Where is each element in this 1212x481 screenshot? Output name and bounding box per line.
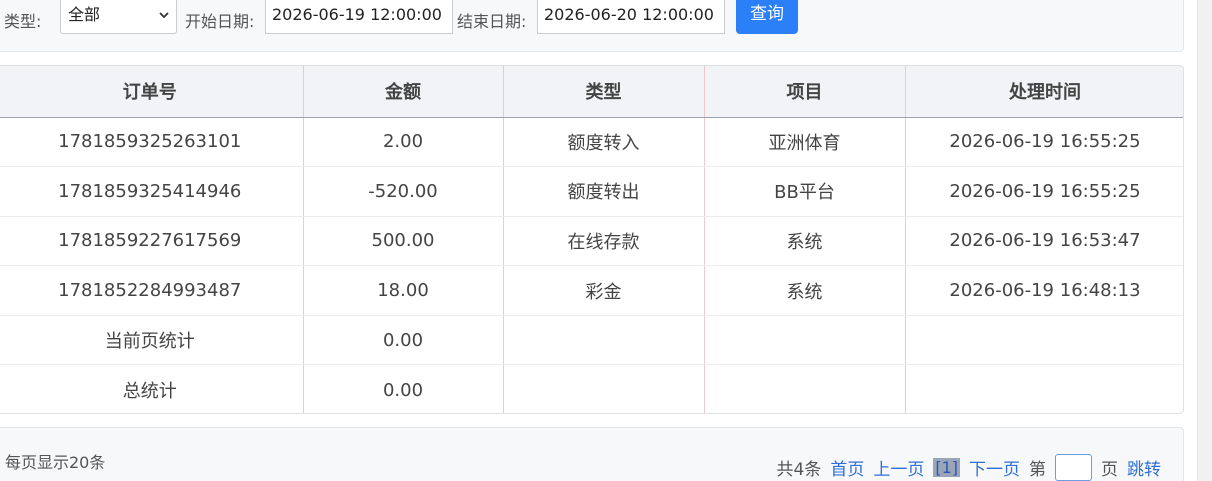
transactions-table: 订单号 金额 类型 项目 处理时间 1781859325263101 2.00 … bbox=[0, 65, 1184, 414]
start-date-input[interactable]: 2026-06-19 12:00:00 bbox=[265, 0, 453, 34]
query-button[interactable]: 查询 bbox=[736, 0, 798, 34]
pagination-bar: 每页显示20条 共4条 首页 上一页 [1] 下一页 第 页 跳转 bbox=[0, 427, 1184, 481]
vertical-scrollbar[interactable] bbox=[1197, 0, 1212, 481]
end-date-input[interactable]: 2026-06-20 12:00:00 bbox=[537, 0, 725, 34]
cell-summary-amount: 0.00 bbox=[303, 315, 504, 366]
jump-link[interactable]: 跳转 bbox=[1127, 455, 1161, 480]
header-amount: 金额 bbox=[303, 66, 504, 118]
filter-bar: 类型: 全部 开始日期: 2026-06-19 12:00:00 结束日期: 2… bbox=[0, 0, 1184, 52]
cell-empty bbox=[704, 315, 906, 366]
type-label: 类型: bbox=[4, 12, 42, 31]
cell-total-amount: 0.00 bbox=[303, 364, 504, 413]
page-suffix: 页 bbox=[1101, 460, 1118, 480]
table-row: 1781859325263101 2.00 额度转入 亚洲体育 2026-06-… bbox=[0, 117, 1183, 168]
cell-empty bbox=[704, 364, 906, 413]
cell-item: 亚洲体育 bbox=[704, 117, 906, 168]
per-page-text: 每页显示20条 bbox=[5, 453, 106, 472]
start-date-label: 开始日期: bbox=[185, 12, 255, 31]
prev-page-link[interactable]: 上一页 bbox=[873, 455, 924, 480]
cell-amount: 500.00 bbox=[303, 216, 504, 267]
cell-order-no: 1781859227617569 bbox=[0, 216, 304, 267]
table-row-total-summary: 总统计 0.00 bbox=[0, 364, 1183, 413]
cell-type: 额度转出 bbox=[503, 166, 705, 217]
page-prefix: 第 bbox=[1029, 460, 1046, 480]
current-page: [1] bbox=[933, 458, 960, 477]
cell-type: 彩金 bbox=[503, 265, 705, 316]
cell-item: BB平台 bbox=[704, 166, 906, 217]
cell-amount: 2.00 bbox=[303, 117, 504, 168]
header-item: 项目 bbox=[704, 66, 906, 118]
header-type: 类型 bbox=[503, 66, 705, 118]
cell-order-no: 1781859325414946 bbox=[0, 166, 304, 217]
cell-time: 2026-06-19 16:48:13 bbox=[905, 265, 1183, 316]
header-time: 处理时间 bbox=[905, 66, 1183, 118]
table-row: 1781852284993487 18.00 彩金 系统 2026-06-19 … bbox=[0, 265, 1183, 316]
next-page-link[interactable]: 下一页 bbox=[969, 455, 1020, 480]
chevron-down-icon bbox=[159, 12, 169, 19]
cell-time: 2026-06-19 16:55:25 bbox=[905, 117, 1183, 168]
cell-order-no: 1781852284993487 bbox=[0, 265, 304, 316]
cell-type: 额度转入 bbox=[503, 117, 705, 168]
first-page-link[interactable]: 首页 bbox=[830, 455, 864, 480]
cell-item: 系统 bbox=[704, 216, 906, 267]
page-number-input[interactable] bbox=[1055, 454, 1092, 481]
pager: 共4条 首页 上一页 [1] 下一页 第 页 跳转 bbox=[776, 454, 1161, 481]
cell-empty bbox=[905, 315, 1183, 366]
type-select[interactable]: 全部 bbox=[60, 0, 177, 34]
cell-empty bbox=[905, 364, 1183, 413]
end-date-label: 结束日期: bbox=[457, 12, 527, 31]
table-header-row: 订单号 金额 类型 项目 处理时间 bbox=[0, 66, 1183, 118]
cell-empty bbox=[503, 315, 705, 366]
header-order-no: 订单号 bbox=[0, 66, 304, 118]
cell-amount: 18.00 bbox=[303, 265, 504, 316]
cell-order-no: 1781859325263101 bbox=[0, 117, 304, 168]
type-select-value: 全部 bbox=[68, 5, 101, 24]
cell-summary-label: 当前页统计 bbox=[0, 315, 304, 366]
table-row-page-summary: 当前页统计 0.00 bbox=[0, 315, 1183, 366]
total-count: 共4条 bbox=[776, 460, 822, 480]
cell-empty bbox=[503, 364, 705, 413]
table-row: 1781859227617569 500.00 在线存款 系统 2026-06-… bbox=[0, 216, 1183, 267]
cell-total-label: 总统计 bbox=[0, 364, 304, 413]
cell-type: 在线存款 bbox=[503, 216, 705, 267]
table-row: 1781859325414946 -520.00 额度转出 BB平台 2026-… bbox=[0, 166, 1183, 217]
cell-time: 2026-06-19 16:53:47 bbox=[905, 216, 1183, 267]
cell-time: 2026-06-19 16:55:25 bbox=[905, 166, 1183, 217]
cell-amount: -520.00 bbox=[303, 166, 504, 217]
cell-item: 系统 bbox=[704, 265, 906, 316]
